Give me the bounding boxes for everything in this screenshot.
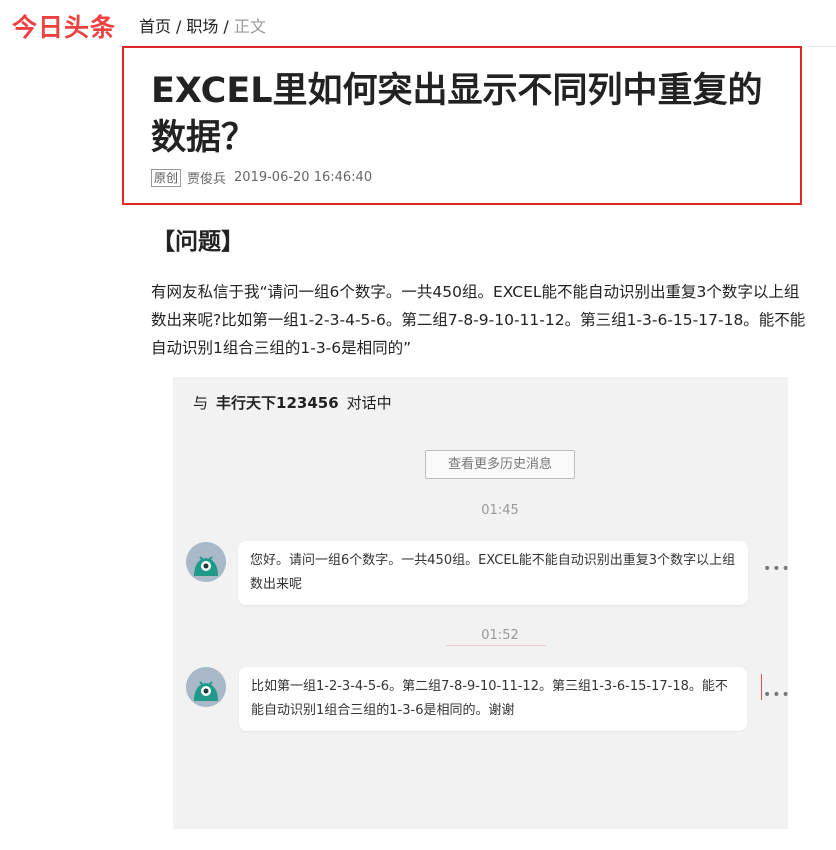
- breadcrumb-separator: /: [223, 17, 229, 36]
- article-title: EXCEL里如何突出显示不同列中重复的数据？: [151, 71, 763, 158]
- section-heading: 【问题】: [152, 229, 244, 255]
- breadcrumb-category[interactable]: 职场: [186, 17, 218, 36]
- breadcrumb-home[interactable]: 首页: [139, 17, 171, 36]
- toutiao-logo[interactable]: 今日头条: [12, 8, 116, 44]
- publish-time: 2019-06-20 16:46:40: [234, 170, 373, 185]
- author-name[interactable]: 贾俊兵: [187, 168, 226, 187]
- bird-avatar-icon: [186, 667, 226, 707]
- message-bubble: 比如第一组1-2-3-4-5-6。第二组7-8-9-10-11-12。第三组1-…: [239, 667, 747, 731]
- breadcrumb-separator: /: [176, 17, 182, 36]
- message-bubble: 您好。请问一组6个数字。一共450组。EXCEL能不能自动识别出重复3个数字以上…: [238, 541, 748, 605]
- header-divider: [808, 46, 836, 47]
- cursor-marker: [761, 674, 762, 700]
- chat-header-prefix: 与: [193, 394, 209, 412]
- chat-contact-name: 丰行天下123456: [216, 394, 339, 412]
- chat-screenshot: 与丰行天下123456 对话中 查看更多历史消息 01:45 您好。请问一组6个数…: [173, 377, 791, 829]
- breadcrumb: 首页 / 职场 / 正文: [139, 13, 266, 37]
- history-messages-button[interactable]: 查看更多历史消息: [425, 450, 575, 479]
- chat-header-suffix: 对话中: [346, 394, 392, 412]
- breadcrumb-current: 正文: [233, 17, 266, 36]
- chat-header: 与丰行天下123456 对话中: [193, 392, 392, 413]
- more-dots-icon[interactable]: •••: [763, 561, 791, 577]
- article-meta: 原创 贾俊兵 2019-06-20 16:46:40: [151, 168, 372, 187]
- message-time: 01:45: [481, 503, 519, 518]
- message-time: 01:52: [481, 628, 519, 643]
- article-paragraph: 有网友私信于我“请问一组6个数字。一共450组。EXCEL能不能自动识别出重复3…: [151, 283, 806, 357]
- bird-avatar-icon: [186, 542, 226, 582]
- more-dots-icon[interactable]: •••: [763, 687, 791, 703]
- original-badge: 原创: [151, 168, 182, 187]
- time-underline: [446, 645, 546, 646]
